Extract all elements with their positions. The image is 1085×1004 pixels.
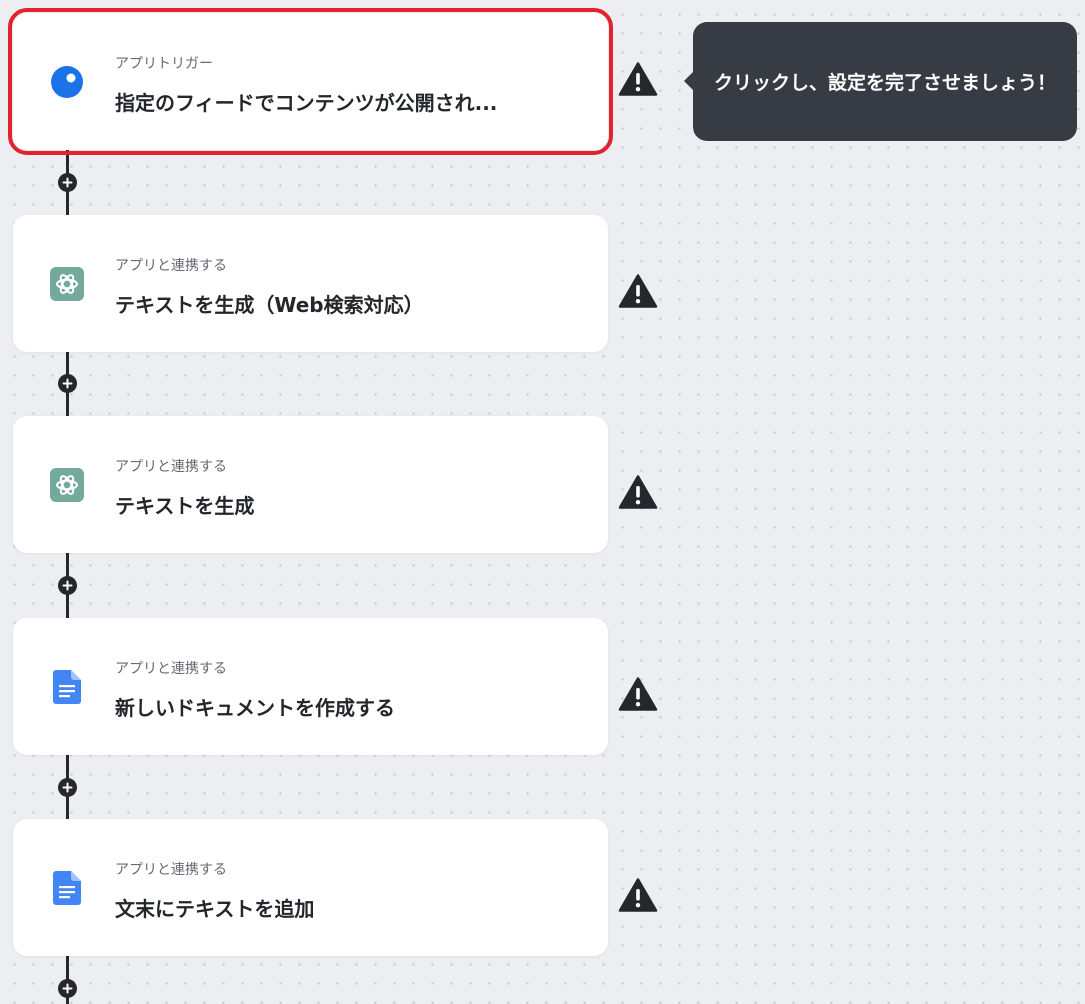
step-card-generate-text-web[interactable]: アプリと連携する テキストを生成（Web検索対応）: [13, 215, 608, 352]
plus-icon: [62, 177, 73, 188]
tooltip-text: クリックし、設定を完了させましょう！: [713, 72, 1056, 94]
step-card-append-text[interactable]: アプリと連携する 文末にテキストを追加: [13, 819, 608, 956]
step-card-trigger[interactable]: アプリトリガー 指定のフィードでコンテンツが公開され...: [8, 8, 613, 155]
step-title: 文末にテキストを追加: [115, 897, 315, 921]
step-card-generate-text[interactable]: アプリと連携する テキストを生成: [13, 416, 608, 553]
step-type-label: アプリと連携する: [115, 459, 227, 475]
google-docs-icon: [50, 871, 84, 905]
rss-trigger-icon: [50, 65, 84, 99]
warning-icon: [618, 677, 658, 711]
step-type-label: アプリと連携する: [115, 862, 227, 878]
warning-icon: [618, 475, 658, 509]
warning-icon: [618, 62, 658, 96]
warning-icon: [618, 878, 658, 912]
chatgpt-icon: [50, 468, 84, 502]
plus-icon: [62, 782, 73, 793]
warning-icon: [618, 274, 658, 308]
add-step-button[interactable]: [58, 979, 77, 998]
plus-icon: [62, 983, 73, 994]
step-card-create-document[interactable]: アプリと連携する 新しいドキュメントを作成する: [13, 618, 608, 755]
step-type-label: アプリと連携する: [115, 661, 227, 677]
chatgpt-icon: [50, 267, 84, 301]
setup-hint-tooltip: クリックし、設定を完了させましょう！: [684, 22, 1077, 141]
add-step-button[interactable]: [58, 778, 77, 797]
add-step-button[interactable]: [58, 173, 77, 192]
add-step-button[interactable]: [58, 576, 77, 595]
step-title: テキストを生成（Web検索対応）: [115, 293, 424, 317]
step-title: 新しいドキュメントを作成する: [115, 696, 395, 720]
plus-icon: [62, 580, 73, 591]
plus-icon: [62, 378, 73, 389]
step-title: テキストを生成: [115, 494, 255, 518]
step-type-label: アプリトリガー: [115, 56, 213, 72]
google-docs-icon: [50, 670, 84, 704]
add-step-button[interactable]: [58, 374, 77, 393]
step-title: 指定のフィードでコンテンツが公開され...: [115, 91, 498, 115]
step-type-label: アプリと連携する: [115, 258, 227, 274]
